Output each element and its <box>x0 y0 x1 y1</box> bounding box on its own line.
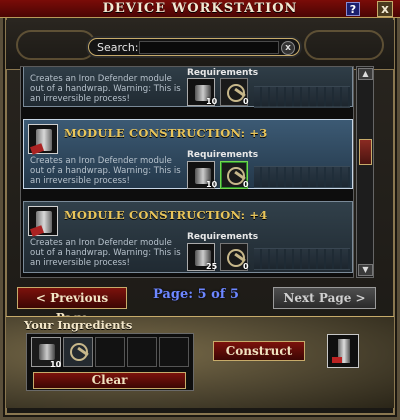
recipe-name: MODULE CONSTRUCTION: +3 <box>64 126 268 140</box>
requirement-qty: 0 <box>243 262 249 271</box>
requirement-qty: 10 <box>206 180 218 189</box>
previous-page-button[interactable]: < Previous Page <box>17 287 127 325</box>
decorative-border <box>254 248 350 270</box>
ingredient-slot[interactable] <box>63 337 93 367</box>
close-button[interactable]: x <box>377 1 393 17</box>
page-indicator: Page: 5 of 5 <box>153 287 239 302</box>
search-label: Search: <box>97 41 139 54</box>
ingredients-title: Your Ingredients <box>24 318 133 332</box>
recipe-card-selected[interactable]: MODULE CONSTRUCTION: +3 Creates an Iron … <box>23 119 353 189</box>
requirements-label: Requirements <box>187 232 259 242</box>
decorative-border <box>254 86 350 108</box>
recipe-card[interactable]: Creates an Iron Defender module out of a… <box>23 67 353 108</box>
ingredient-slot-empty[interactable] <box>95 337 125 367</box>
ingredient-slot[interactable]: 10 <box>31 337 62 369</box>
requirement-slot[interactable]: 0 <box>220 161 249 189</box>
result-item-slot[interactable] <box>327 334 359 368</box>
module-icon <box>28 206 58 237</box>
requirement-qty: 25 <box>206 262 218 271</box>
requirements-label: Requirements <box>187 68 259 78</box>
recipe-description: Creates an Iron Defender module out of a… <box>30 156 181 186</box>
requirement-qty: 10 <box>206 97 218 106</box>
recipe-scrollbar[interactable]: ▲ ▼ <box>356 66 374 278</box>
requirement-qty: 0 <box>243 180 249 189</box>
search-input[interactable] <box>139 41 279 54</box>
window-title: DEVICE WORKSTATION <box>102 1 298 16</box>
requirement-slot[interactable]: 25 <box>187 243 218 271</box>
ornament-left-icon <box>16 30 96 60</box>
help-button[interactable]: ? <box>346 2 360 16</box>
title-bar: DEVICE WORKSTATION ? x <box>0 0 400 18</box>
search-bar: Search: x <box>88 38 300 56</box>
ingredient-qty: 10 <box>50 360 62 369</box>
requirements-label: Requirements <box>187 150 259 160</box>
ingredient-slot-empty[interactable] <box>127 337 157 367</box>
search-clear-button[interactable]: x <box>281 41 295 55</box>
scroll-up-icon[interactable]: ▲ <box>358 68 373 80</box>
decorative-border <box>254 166 350 188</box>
scroll-down-icon[interactable]: ▼ <box>358 264 373 276</box>
recipe-name: MODULE CONSTRUCTION: +4 <box>64 208 268 222</box>
recipe-card[interactable]: MODULE CONSTRUCTION: +4 Creates an Iron … <box>23 201 353 273</box>
requirement-slot[interactable]: 10 <box>187 161 218 189</box>
scroll-thumb[interactable] <box>359 139 372 165</box>
ingredient-slot-empty[interactable] <box>159 337 189 367</box>
clear-button[interactable]: Clear <box>33 372 186 389</box>
device-icon <box>39 344 55 360</box>
requirement-slot[interactable]: 10 <box>187 78 218 106</box>
construct-button[interactable]: Construct <box>213 341 305 361</box>
requirement-slot[interactable]: 0 <box>220 78 249 106</box>
requirement-qty: 0 <box>243 97 249 106</box>
ornament-right-icon <box>304 30 384 60</box>
requirement-slot[interactable]: 0 <box>220 243 249 271</box>
recipe-description: Creates an Iron Defender module out of a… <box>30 238 181 268</box>
recipe-description: Creates an Iron Defender module out of a… <box>30 74 181 104</box>
recipe-list: Creates an Iron Defender module out of a… <box>20 66 354 278</box>
next-page-button[interactable]: Next Page > <box>273 287 376 309</box>
handwrap-icon <box>332 357 342 363</box>
module-icon <box>28 124 58 155</box>
